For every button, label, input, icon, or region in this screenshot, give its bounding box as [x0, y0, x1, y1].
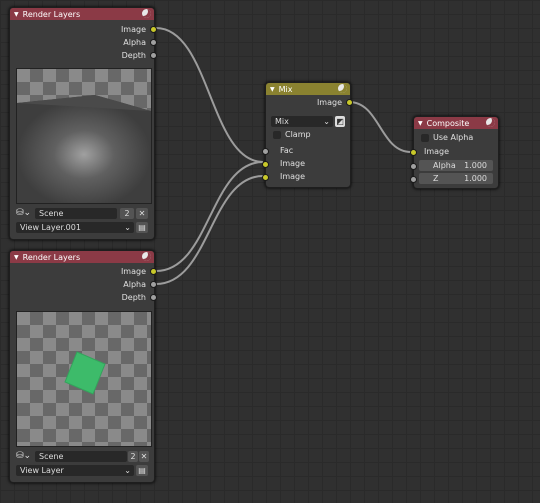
- output-depth-label: Depth: [121, 51, 146, 60]
- render-layers-node-1[interactable]: ▼ Render Layers Image Alpha Depth ⛁⌄ Sce…: [9, 7, 157, 240]
- render-layers-node-2[interactable]: ▼ Render Layers Image Alpha Depth ⛁⌄ Sce…: [9, 250, 157, 483]
- scene-field[interactable]: Scene: [35, 208, 117, 219]
- output-image-label: Image: [120, 267, 146, 276]
- input-fac-socket[interactable]: [262, 148, 269, 155]
- input-image-label: Image: [424, 147, 450, 156]
- input-image-2-socket[interactable]: [262, 174, 269, 181]
- link-render1-image-to-mix-image: [155, 27, 264, 163]
- scene-users-count[interactable]: 2: [120, 208, 134, 219]
- blend-mode-value: Mix: [275, 117, 289, 126]
- chevron-down-icon: ⌄: [323, 117, 330, 126]
- z-value: 1.000: [464, 174, 487, 183]
- node-title: Mix: [278, 84, 293, 94]
- node-title: Render Layers: [22, 252, 81, 262]
- output-alpha-socket[interactable]: [150, 39, 157, 46]
- output-alpha-label: Alpha: [123, 280, 146, 289]
- collapse-triangle-icon[interactable]: ▼: [14, 11, 19, 18]
- link-mix-image-to-composite-image: [348, 101, 412, 153]
- view-layer-label: View Layer.001: [20, 223, 81, 232]
- mix-node[interactable]: ▼ Mix Image Mix ⌄ ◩ Clamp Fac Image Imag…: [262, 82, 353, 188]
- close-icon[interactable]: ✕: [136, 208, 148, 219]
- output-image-socket[interactable]: [150, 26, 157, 33]
- close-icon[interactable]: ✕: [139, 451, 149, 462]
- output-alpha-label: Alpha: [123, 38, 146, 47]
- input-z-socket[interactable]: [410, 176, 417, 183]
- node-title: Render Layers: [22, 9, 81, 19]
- input-fac-label: Fac: [280, 146, 294, 155]
- z-field[interactable]: Z 1.000: [419, 173, 493, 184]
- output-image-label: Image: [316, 98, 342, 107]
- composite-node[interactable]: ▼ Composite Use Alpha Image Alpha 1.000 …: [410, 116, 499, 189]
- use-alpha-toggle-icon[interactable]: ◩: [335, 116, 345, 127]
- use-alpha-label: Use Alpha: [433, 133, 474, 142]
- use-alpha-checkbox[interactable]: [421, 134, 429, 142]
- output-image-socket[interactable]: [346, 99, 353, 106]
- view-layer-field[interactable]: View Layer ⌄: [16, 465, 134, 476]
- scene-icon[interactable]: ⛁⌄: [16, 208, 31, 218]
- render-preview-image: [16, 311, 152, 447]
- collapse-triangle-icon[interactable]: ▼: [14, 254, 19, 261]
- z-label: Z: [433, 174, 439, 183]
- node-type-icon: [142, 252, 151, 261]
- collapse-triangle-icon[interactable]: ▼: [270, 86, 275, 93]
- chevron-down-icon: ⌄: [124, 466, 131, 475]
- node-type-icon: [142, 9, 151, 18]
- clamp-checkbox[interactable]: [273, 131, 281, 139]
- blend-mode-select[interactable]: Mix ⌄: [271, 116, 333, 127]
- view-layer-label: View Layer: [20, 466, 64, 475]
- view-layer-field[interactable]: View Layer.001 ⌄: [16, 222, 134, 233]
- output-depth-label: Depth: [121, 293, 146, 302]
- input-image-2-label: Image: [280, 172, 306, 181]
- node-type-icon: [486, 118, 495, 127]
- output-alpha-socket[interactable]: [150, 281, 157, 288]
- scene-field[interactable]: Scene: [35, 451, 127, 462]
- input-alpha-socket[interactable]: [410, 163, 417, 170]
- output-depth-socket[interactable]: [150, 52, 157, 59]
- node-type-icon: [338, 84, 347, 93]
- input-image-1-socket[interactable]: [262, 161, 269, 168]
- output-image-label: Image: [120, 25, 146, 34]
- output-depth-socket[interactable]: [150, 294, 157, 301]
- input-image-socket[interactable]: [410, 149, 417, 156]
- chevron-down-icon: ⌄: [124, 223, 131, 232]
- alpha-label: Alpha: [433, 161, 456, 170]
- clamp-label: Clamp: [285, 130, 311, 139]
- render-preview-image: [16, 68, 152, 204]
- layer-icon[interactable]: ▤: [136, 222, 148, 233]
- link-render2-image-to-mix-image: [155, 161, 264, 272]
- collapse-triangle-icon[interactable]: ▼: [418, 120, 423, 127]
- node-title: Composite: [426, 118, 470, 128]
- alpha-field[interactable]: Alpha 1.000: [419, 160, 493, 171]
- layer-icon[interactable]: ▤: [136, 465, 148, 476]
- scene-users-count[interactable]: 2: [128, 451, 138, 462]
- scene-icon[interactable]: ⛁⌄: [16, 451, 31, 461]
- mix-node-header[interactable]: ▼ Mix: [266, 83, 350, 95]
- render-layers-node-1-header[interactable]: ▼ Render Layers: [10, 8, 154, 20]
- input-image-1-label: Image: [280, 159, 306, 168]
- composite-node-header[interactable]: ▼ Composite: [414, 117, 498, 129]
- alpha-value: 1.000: [464, 161, 487, 170]
- output-image-socket[interactable]: [150, 268, 157, 275]
- render-layers-node-2-header[interactable]: ▼ Render Layers: [10, 251, 154, 263]
